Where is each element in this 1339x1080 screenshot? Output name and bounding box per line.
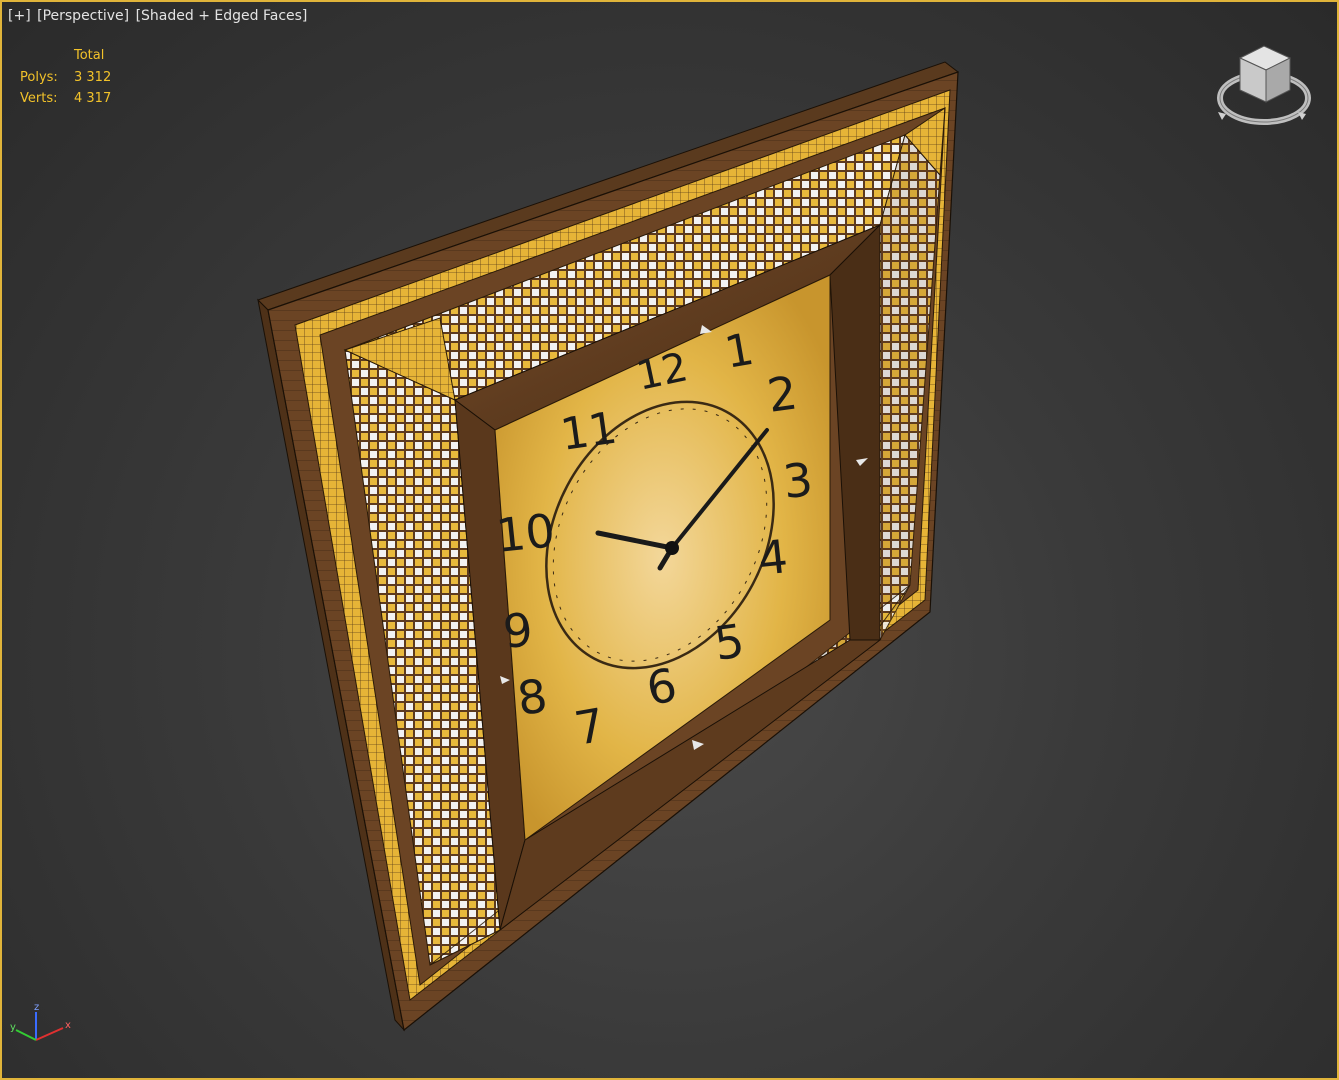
axis-tripod-icon: z x y [10, 1002, 71, 1041]
axis-x-line [35, 1027, 64, 1041]
viewport-menu-plus[interactable]: [+] [8, 8, 31, 24]
viewcube-icon[interactable] [1212, 40, 1312, 130]
statistics-overlay: Total Polys: 3 312 Verts: 4 317 [20, 48, 111, 113]
numeral-10: 10 [494, 503, 558, 563]
viewport-menu-view[interactable]: [Perspective] [37, 8, 129, 24]
verts-label: Verts: [20, 91, 58, 106]
axis-z-label: z [34, 1002, 39, 1013]
viewport-label: [+] [Perspective] [Shaded + Edged Faces] [8, 8, 309, 24]
viewcube-marker [1218, 112, 1226, 120]
polys-label: Polys: [20, 69, 58, 85]
numeral-3: 3 [781, 452, 816, 509]
numeral-11: 11 [557, 403, 620, 461]
numeral-4: 4 [756, 529, 791, 586]
axis-x-label: x [65, 1020, 71, 1031]
polys-value: 3 312 [74, 69, 112, 85]
viewport-menu-shading[interactable]: [Shaded + Edged Faces] [136, 8, 308, 24]
perspective-viewport[interactable]: 12 1 2 3 4 5 6 7 8 9 10 11 [+] [Perspect… [0, 0, 1339, 1080]
stats-header: Total [74, 48, 105, 63]
axis-y-line [15, 1029, 37, 1041]
clock-model-scene[interactable]: 12 1 2 3 4 5 6 7 8 9 10 11 [0, 0, 1339, 1080]
hands-hub [665, 541, 679, 555]
numeral-9: 9 [501, 602, 536, 659]
axis-y-label: y [10, 1022, 16, 1033]
verts-value: 4 317 [74, 91, 112, 106]
